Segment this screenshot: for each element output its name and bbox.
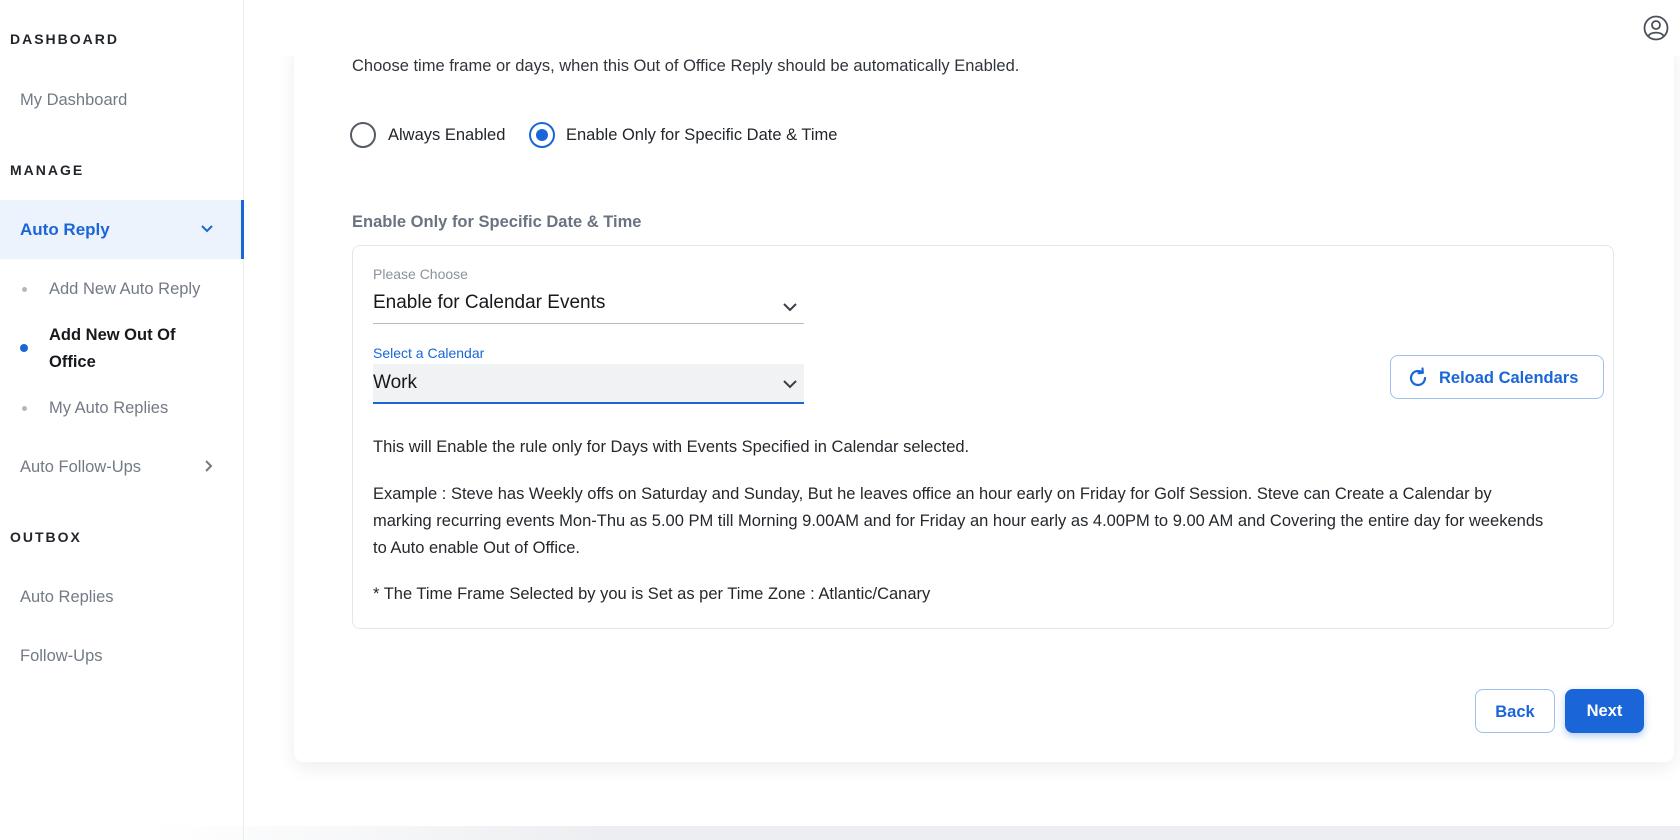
choose-label: Please Choose [373,266,468,282]
sidebar-subitem-add-new-auto-reply[interactable]: Add New Auto Reply [49,280,200,299]
chevron-down-icon [783,303,797,312]
dashboard-section-title: DASHBOARD [10,31,119,47]
reload-calendars-button[interactable]: Reload Calendars [1390,355,1604,399]
sidebar-item-auto-reply[interactable]: Auto Reply [0,200,244,259]
sidebar: DASHBOARD My Dashboard MANAGE Auto Reply… [0,0,244,840]
manage-section-title: MANAGE [10,162,85,178]
sidebar-item-auto-replies[interactable]: Auto Replies [20,588,114,607]
radio-always-enabled-label[interactable]: Always Enabled [388,126,505,145]
sidebar-item-follow-ups[interactable]: Follow-Ups [20,647,103,666]
sidebar-item-auto-reply-label: Auto Reply [20,220,110,239]
next-button[interactable]: Next [1565,689,1644,733]
user-avatar-icon[interactable] [1643,15,1669,41]
choose-select-value: Enable for Calendar Events [373,292,606,313]
top-bar [244,0,1680,56]
bottom-edge [150,826,1680,840]
example-text: Example : Steve has Weekly offs on Satur… [373,485,1544,557]
radio-specific-date-time-label[interactable]: Enable Only for Specific Date & Time [566,126,837,145]
chevron-down-icon [201,225,213,233]
sidebar-subitem-add-new-out-of-office[interactable]: Add New Out Of Office [49,322,219,376]
calendar-label: Select a Calendar [373,345,485,361]
bullet-icon [22,287,27,292]
info-text: This will Enable the rule only for Days … [373,438,970,456]
next-button-label: Next [1586,702,1623,720]
radio-always-enabled[interactable] [350,122,376,148]
sidebar-item-my-dashboard[interactable]: My Dashboard [20,91,127,110]
active-bullet-icon [20,344,28,352]
refresh-icon [1409,367,1427,387]
sidebar-subitem-my-auto-replies[interactable]: My Auto Replies [49,399,168,418]
choose-select[interactable]: Enable for Calendar Events [373,290,804,324]
section-heading: Enable Only for Specific Date & Time [352,213,642,231]
timezone-text: * The Time Frame Selected by you is Set … [373,585,931,603]
reload-calendars-label: Reload Calendars [1439,369,1579,387]
outbox-section-title: OUTBOX [10,529,82,545]
chevron-right-icon [205,460,213,472]
back-button-label: Back [1495,703,1535,721]
back-button[interactable]: Back [1475,689,1555,733]
intro-text: Choose time frame or days, when this Out… [352,57,1020,75]
radio-specific-date-time[interactable] [529,122,555,148]
chevron-down-icon [783,380,797,389]
calendar-select-value: Work [373,372,417,393]
calendar-select[interactable]: Work [373,364,804,404]
bullet-icon [22,406,27,411]
sidebar-item-auto-follow-ups[interactable]: Auto Follow-Ups [20,458,141,477]
